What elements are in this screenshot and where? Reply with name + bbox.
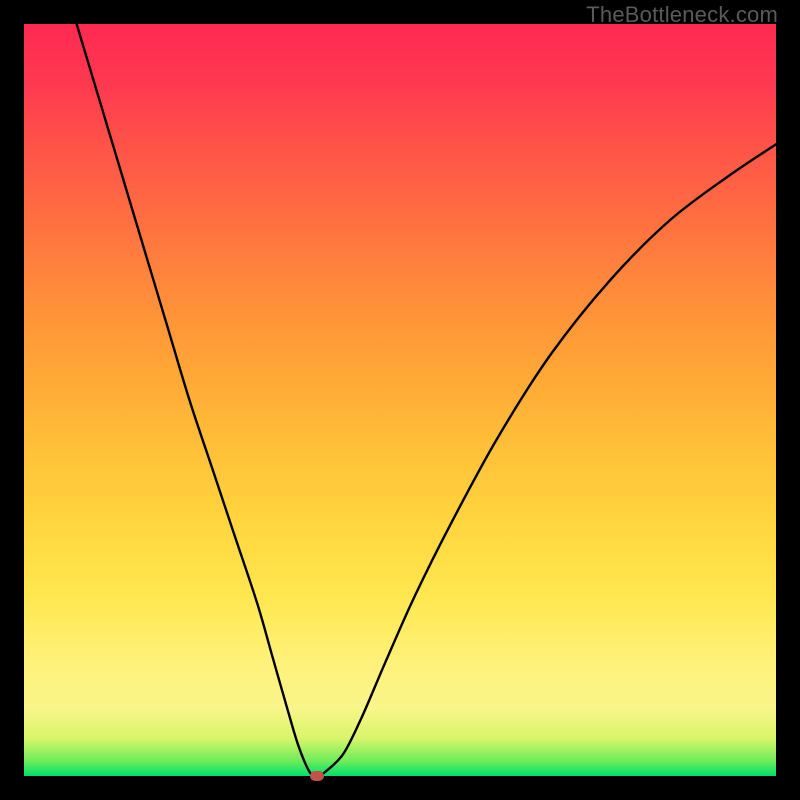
bottleneck-curve — [77, 24, 776, 776]
plot-area — [24, 24, 776, 776]
min-marker — [310, 771, 324, 781]
curve-svg — [24, 24, 776, 776]
chart-frame: TheBottleneck.com — [0, 0, 800, 800]
